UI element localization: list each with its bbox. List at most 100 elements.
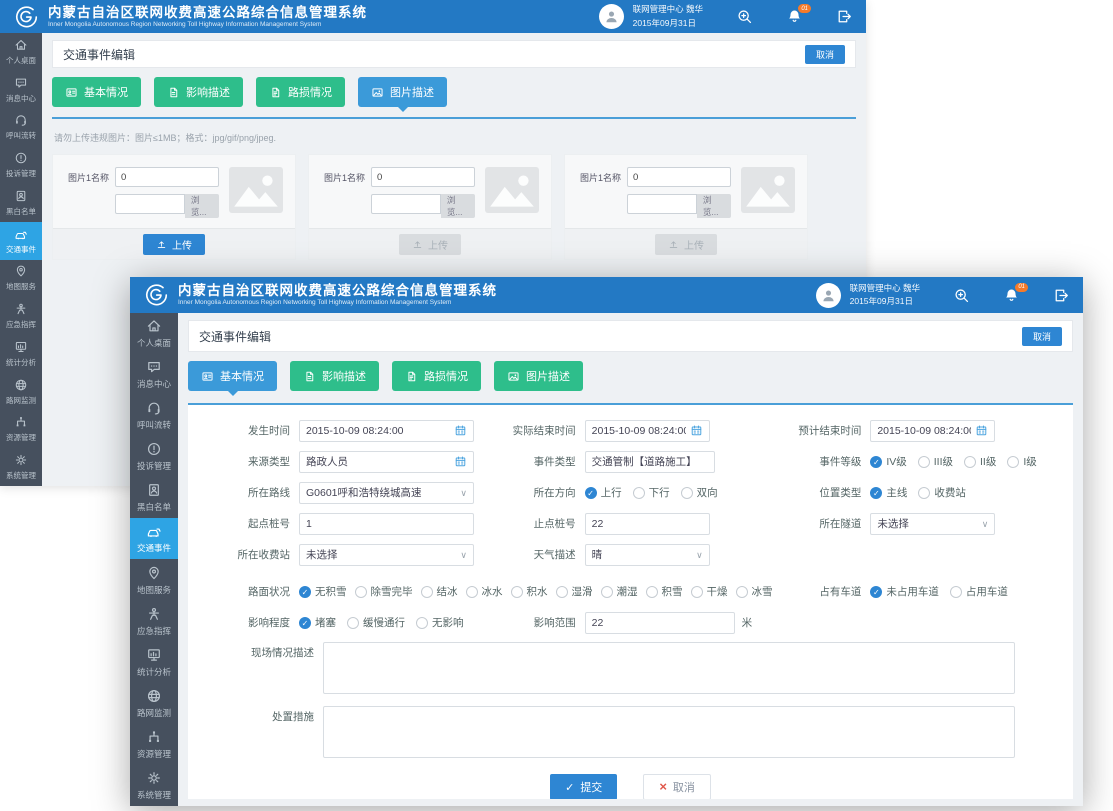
- radio-option[interactable]: 主线: [870, 485, 907, 500]
- image-name-input[interactable]: [115, 167, 219, 187]
- user-avatar[interactable]: [816, 283, 841, 308]
- image-name-input[interactable]: [627, 167, 731, 187]
- sidebar-item-traffic[interactable]: 交通事件: [0, 222, 42, 260]
- sidebar-item-contacts[interactable]: 黑白名单: [0, 184, 42, 222]
- cancel-button-top[interactable]: 取消: [805, 45, 845, 64]
- radio-option[interactable]: 无影响: [416, 615, 464, 630]
- weather-select[interactable]: 晴: [585, 544, 710, 566]
- logout-icon[interactable]: [1053, 287, 1070, 304]
- radio-option[interactable]: 双向: [681, 485, 718, 500]
- end-stake-input[interactable]: [585, 513, 710, 535]
- calendar-icon[interactable]: [975, 424, 988, 437]
- radio-option[interactable]: 无积雪: [299, 584, 347, 599]
- bell-icon[interactable]: 01: [1003, 287, 1020, 304]
- radio-option[interactable]: 未占用车道: [870, 584, 939, 599]
- search-icon[interactable]: [736, 8, 753, 25]
- sidebar-item-map[interactable]: 地图服务: [0, 260, 42, 298]
- radio-option[interactable]: III级: [918, 454, 953, 469]
- tab-card[interactable]: 基本情况: [188, 361, 277, 391]
- radio-option[interactable]: 湿滑: [556, 584, 593, 599]
- upload-button[interactable]: 上传: [399, 234, 461, 255]
- sidebar-item-complaint[interactable]: 投诉管理: [130, 436, 178, 477]
- radio-option[interactable]: 冰雪: [736, 584, 773, 599]
- radio-option[interactable]: 干燥: [691, 584, 728, 599]
- expected-end-time-input[interactable]: 2015-10-09 08:24:00: [870, 420, 995, 442]
- actual-end-time-input[interactable]: 2015-10-09 08:24:00: [585, 420, 710, 442]
- user-avatar[interactable]: [599, 4, 624, 29]
- tab-doc2[interactable]: 路损情况: [256, 77, 345, 107]
- radio-option[interactable]: 积水: [511, 584, 548, 599]
- sidebar-item-resource[interactable]: 资源管理: [0, 411, 42, 449]
- upload-button[interactable]: 上传: [143, 234, 205, 255]
- sidebar-item-home[interactable]: 个人桌面: [130, 313, 178, 354]
- radio-option[interactable]: 积雪: [646, 584, 683, 599]
- scene-description-textarea[interactable]: [323, 642, 1015, 694]
- radio-option[interactable]: 堵塞: [299, 615, 336, 630]
- event-type-input[interactable]: [585, 451, 715, 473]
- event-form: 发生时间 2015-10-09 08:24:00 实际结束时间 2015-10-…: [188, 405, 1073, 799]
- tab-doc[interactable]: 影响描述: [290, 361, 379, 391]
- sidebar-item-stats[interactable]: 统计分析: [0, 335, 42, 373]
- sidebar-item-complaint[interactable]: 投诉管理: [0, 146, 42, 184]
- sidebar-item-message[interactable]: 消息中心: [130, 354, 178, 395]
- sidebar-item-map[interactable]: 地图服务: [130, 559, 178, 600]
- logout-icon[interactable]: [836, 8, 853, 25]
- occur-time-input[interactable]: 2015-10-09 08:24:00: [299, 420, 474, 442]
- radio-dot-icon: [870, 586, 882, 598]
- radio-option[interactable]: 除雪完毕: [355, 584, 413, 599]
- search-icon[interactable]: [953, 287, 970, 304]
- sidebar-item-home[interactable]: 个人桌面: [0, 33, 42, 71]
- radio-option[interactable]: 冰水: [466, 584, 503, 599]
- tunnel-select[interactable]: 未选择: [870, 513, 995, 535]
- sidebar-item-traffic[interactable]: 交通事件: [130, 518, 178, 559]
- impact-range-input[interactable]: [585, 612, 735, 634]
- calendar-icon[interactable]: [454, 455, 467, 468]
- submit-button[interactable]: 提交: [550, 774, 617, 799]
- file-path-input[interactable]: [371, 194, 441, 214]
- sidebar-item-contacts[interactable]: 黑白名单: [130, 477, 178, 518]
- radio-option[interactable]: 结冰: [421, 584, 458, 599]
- radio-option[interactable]: 缓慢通行: [347, 615, 405, 630]
- sidebar-item-message[interactable]: 消息中心: [0, 71, 42, 109]
- tab-doc2[interactable]: 路损情况: [392, 361, 481, 391]
- tab-image[interactable]: 图片描述: [494, 361, 583, 391]
- sidebar-item-resource[interactable]: 资源管理: [130, 724, 178, 765]
- calendar-icon[interactable]: [454, 424, 467, 437]
- source-type-input[interactable]: 路政人员: [299, 451, 474, 473]
- tab-image[interactable]: 图片描述: [358, 77, 447, 107]
- cancel-button-top[interactable]: 取消: [1022, 327, 1062, 346]
- file-path-input[interactable]: [115, 194, 185, 214]
- start-stake-input[interactable]: [299, 513, 474, 535]
- file-path-input[interactable]: [627, 194, 697, 214]
- tab-card[interactable]: 基本情况: [52, 77, 141, 107]
- browse-button[interactable]: 浏览...: [441, 194, 475, 218]
- sidebar-item-network[interactable]: 路网监测: [0, 373, 42, 411]
- bell-icon[interactable]: 01: [786, 8, 803, 25]
- tab-doc[interactable]: 影响描述: [154, 77, 243, 107]
- sidebar-item-system[interactable]: 系统管理: [130, 765, 178, 806]
- route-select[interactable]: G0601呼和浩特绕城高速: [299, 482, 474, 504]
- sidebar-item-system[interactable]: 系统管理: [0, 448, 42, 486]
- sidebar-item-headset[interactable]: 呼叫流转: [130, 395, 178, 436]
- browse-button[interactable]: 浏览...: [185, 194, 219, 218]
- toll-station-select[interactable]: 未选择: [299, 544, 474, 566]
- radio-option[interactable]: 上行: [585, 485, 622, 500]
- radio-option[interactable]: II级: [964, 454, 996, 469]
- radio-option[interactable]: I级: [1007, 454, 1036, 469]
- radio-option[interactable]: 占用车道: [950, 584, 1008, 599]
- radio-option[interactable]: IV级: [870, 454, 906, 469]
- disposal-measures-textarea[interactable]: [323, 706, 1015, 758]
- sidebar-item-headset[interactable]: 呼叫流转: [0, 109, 42, 147]
- radio-option[interactable]: 潮湿: [601, 584, 638, 599]
- sidebar-item-command[interactable]: 应急指挥: [0, 297, 42, 335]
- calendar-icon[interactable]: [690, 424, 703, 437]
- sidebar-item-network[interactable]: 路网监测: [130, 683, 178, 724]
- upload-button[interactable]: 上传: [655, 234, 717, 255]
- browse-button[interactable]: 浏览...: [697, 194, 731, 218]
- cancel-button-bottom[interactable]: 取消: [643, 774, 711, 799]
- radio-option[interactable]: 收费站: [918, 485, 966, 500]
- sidebar-item-stats[interactable]: 统计分析: [130, 642, 178, 683]
- sidebar-item-command[interactable]: 应急指挥: [130, 601, 178, 642]
- image-name-input[interactable]: [371, 167, 475, 187]
- radio-option[interactable]: 下行: [633, 485, 670, 500]
